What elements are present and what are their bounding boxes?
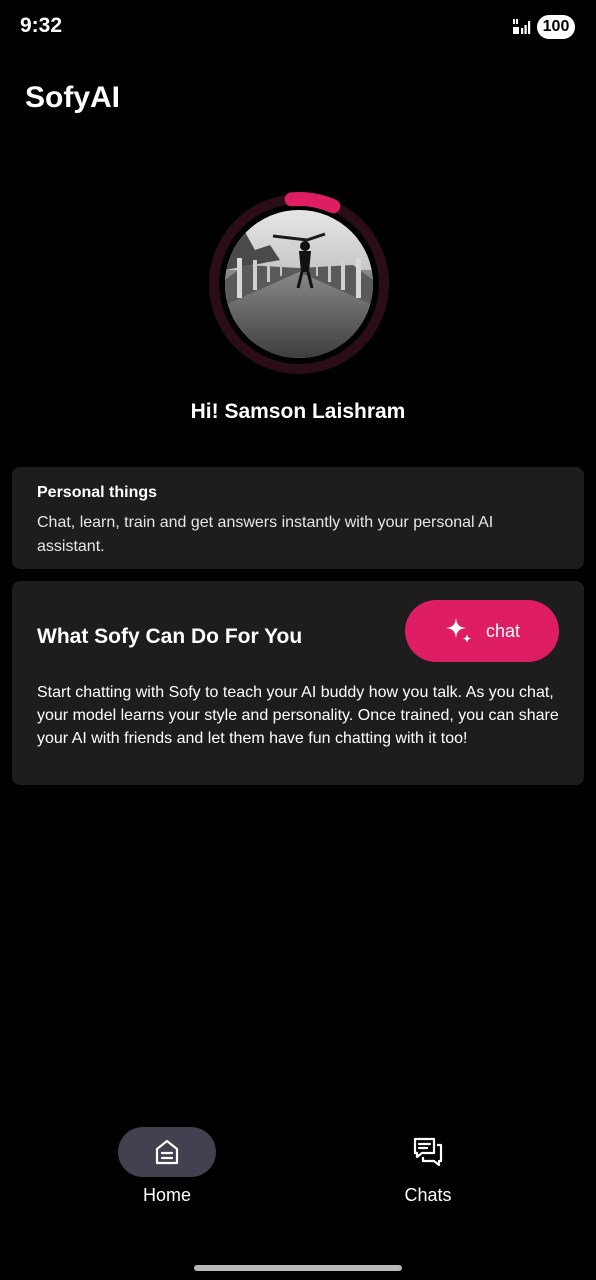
signal-bars-icon: [513, 19, 531, 34]
home-icon: [155, 1139, 179, 1165]
avatar: [225, 210, 373, 358]
nav-item-home[interactable]: [118, 1127, 216, 1177]
chat-button[interactable]: chat: [405, 600, 559, 662]
chats-icon: [413, 1137, 443, 1167]
card-description: Chat, learn, train and get answers insta…: [37, 514, 494, 555]
sparkle-icon: [445, 618, 472, 643]
nav-chats-label[interactable]: Chats: [378, 1185, 478, 1206]
nav-item-chats[interactable]: [378, 1127, 478, 1177]
card-heading: What Sofy Can Do For You: [37, 625, 303, 648]
status-bar: 9:32 100: [0, 0, 596, 52]
card-heading: Personal things: [37, 484, 158, 501]
personal-things-card: Personal things Chat, learn, train and g…: [12, 467, 584, 569]
home-indicator-bar[interactable]: [194, 1265, 402, 1271]
nav-home-label[interactable]: Home: [118, 1185, 216, 1206]
app-title: SofyAI: [25, 81, 121, 114]
avatar-with-progress-ring[interactable]: [203, 188, 395, 380]
greeting: Hi! Samson Laishram: [190, 400, 406, 423]
card-description: Start chatting with Sofy to teach your A…: [37, 684, 559, 747]
battery-indicator: 100: [537, 15, 575, 39]
avatar-photo: [225, 210, 373, 358]
chat-button-label: chat: [485, 620, 521, 641]
sofy-features-card: What Sofy Can Do For You chat Start chat…: [12, 581, 584, 785]
status-time: 9:32: [20, 14, 63, 37]
